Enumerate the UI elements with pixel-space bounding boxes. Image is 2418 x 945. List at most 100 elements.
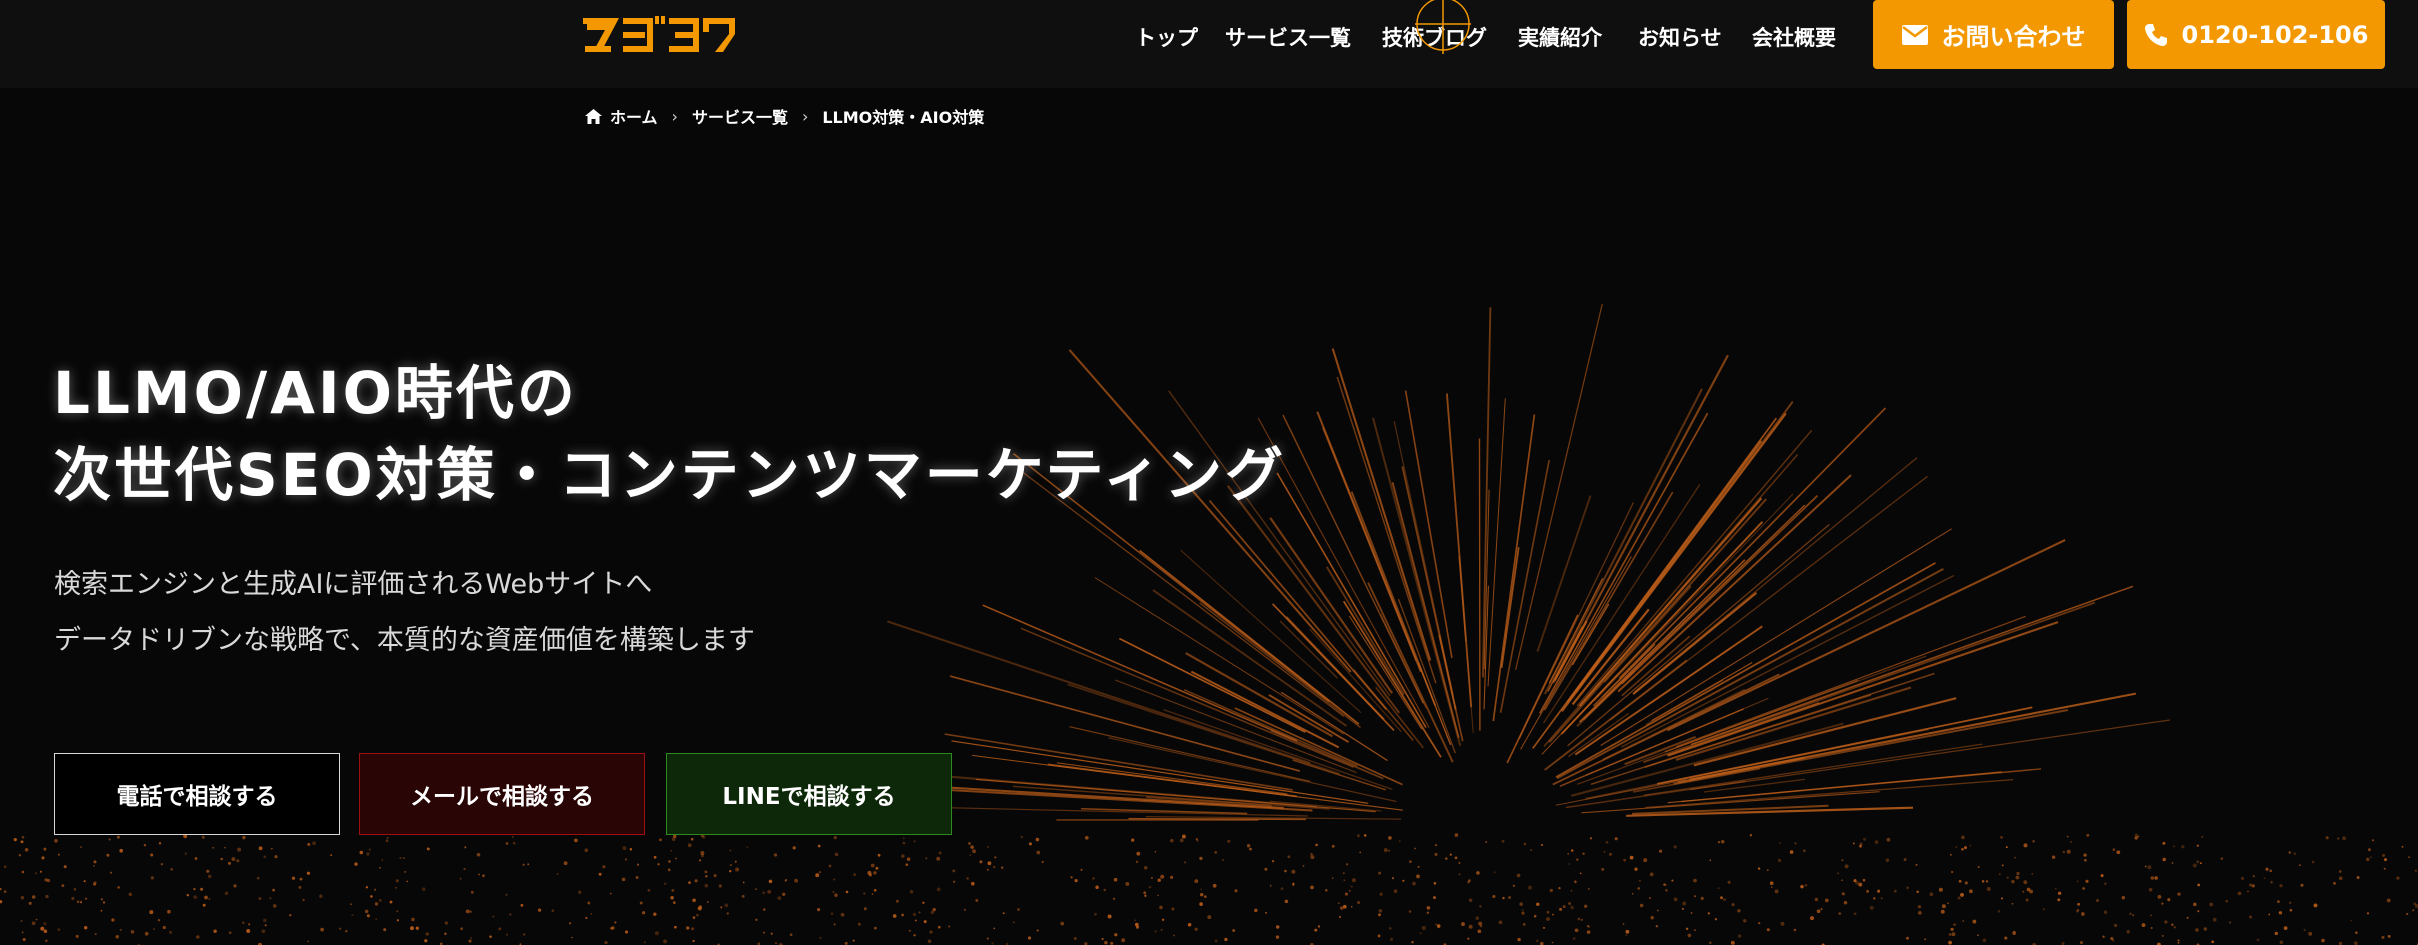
particle-dot (1254, 908, 1258, 913)
particle-dot (986, 868, 989, 871)
particle-dot (1924, 938, 1927, 941)
particle-dot (2372, 839, 2375, 842)
particle-dot (1036, 929, 1039, 932)
particle-dot (117, 835, 120, 839)
particle-dot (202, 903, 206, 907)
hero-subtitle: 検索エンジンと生成AIに評価されるWebサイトへ データドリブンな戦略で、本質的… (54, 557, 755, 669)
particle-dot (2112, 848, 2116, 851)
particle-dot (366, 914, 370, 918)
cta-phone-button[interactable]: 電話で相談する (54, 753, 340, 835)
contact-button-label: お問い合わせ (1941, 23, 2086, 51)
particle-dot (2084, 858, 2087, 862)
burst-ray (949, 675, 1301, 772)
particle-dot (912, 912, 917, 917)
particle-dot (1199, 856, 1203, 861)
nav-works[interactable]: 実績紹介 (1518, 22, 1602, 52)
burst-ray (1487, 398, 1506, 687)
particle-dot (2004, 936, 2008, 940)
particle-dot (1114, 933, 1118, 937)
particle-dot (741, 895, 745, 898)
particle-dot (1157, 878, 1161, 882)
particle-dot (2150, 876, 2155, 880)
particle-dot (2069, 841, 2072, 843)
particle-dot (2211, 940, 2215, 944)
cta-line-button[interactable]: LINEで相談する (666, 753, 952, 835)
particle-dot (1458, 862, 1461, 864)
particle-dot (291, 876, 296, 880)
particle-dot (522, 863, 525, 866)
particle-dot (506, 933, 508, 936)
contact-button[interactable]: お問い合わせ (1873, 0, 2114, 69)
nav-company[interactable]: 会社概要 (1752, 22, 1836, 52)
burst-ray (1568, 712, 1630, 757)
particle-dot (1203, 895, 1207, 898)
particle-dot (2396, 876, 2400, 880)
particle-dot (2313, 903, 2318, 908)
burst-ray (1391, 481, 1460, 738)
particle-dot (742, 881, 745, 884)
particle-dot (922, 901, 925, 904)
particle-dot (963, 908, 966, 911)
particle-dot (1379, 892, 1383, 896)
particle-dot (1576, 858, 1579, 861)
particle-dot (1324, 888, 1328, 892)
site-logo[interactable] (583, 16, 737, 54)
particle-dot (1207, 915, 1212, 920)
particle-dot (833, 835, 837, 840)
particle-dot (272, 888, 275, 892)
particle-dot (2083, 853, 2087, 857)
particle-dot (1331, 844, 1335, 848)
particle-dot (952, 869, 956, 873)
particle-dot (726, 912, 729, 915)
nav-services[interactable]: サービス一覧 (1225, 22, 1351, 52)
particle-dot (1671, 879, 1674, 882)
particle-dot (2104, 882, 2107, 885)
burst-ray (1020, 627, 1354, 769)
particle-dot (1955, 846, 1958, 849)
hero-title-line-2: 次世代SEO対策・コンテンツマーケティング (53, 441, 1287, 509)
nav-top[interactable]: トップ (1135, 22, 1198, 52)
particle-dot (1682, 901, 1687, 906)
particle-dot (200, 887, 204, 891)
particle-dot (1080, 868, 1083, 871)
breadcrumb-home[interactable]: ホーム (585, 104, 658, 128)
burst-ray (1657, 706, 2033, 785)
particle-dot (1579, 872, 1582, 875)
particle-dot (186, 893, 190, 897)
particle-dot (426, 847, 430, 851)
particle-dot (1629, 855, 1634, 860)
particle-dot (1837, 872, 1840, 875)
particle-dot (1445, 857, 1448, 860)
particle-dot (1035, 837, 1040, 842)
particle-dot (1717, 840, 1721, 844)
particle-dot (1789, 850, 1794, 854)
particle-dot (1546, 917, 1550, 921)
particle-dot (2051, 855, 2056, 859)
burst-ray (1632, 591, 1758, 695)
particle-dot (2365, 857, 2370, 862)
particle-dot (13, 837, 17, 842)
phone-button[interactable]: 0120-102-106 (2127, 0, 2385, 69)
burst-ray (1632, 767, 1761, 793)
particle-dot (2298, 864, 2301, 866)
particle-dot (969, 854, 972, 856)
particle-dot (785, 879, 788, 881)
particle-dot (2162, 857, 2166, 862)
breadcrumb-services[interactable]: サービス一覧 (692, 104, 788, 128)
particle-dot (671, 888, 675, 892)
particle-dot (1275, 925, 1280, 929)
particle-dot (1143, 865, 1148, 870)
burst-ray (1541, 674, 1618, 755)
particle-dot (1810, 916, 1814, 921)
particle-dot (1421, 926, 1426, 930)
particle-dot (1280, 887, 1284, 891)
particle-dot (2401, 845, 2404, 848)
burst-ray (1681, 768, 2042, 803)
particle-dot (83, 880, 86, 883)
particle-dot (2014, 856, 2016, 859)
nav-news[interactable]: お知らせ (1638, 22, 1722, 52)
hero-subtitle-line-2: データドリブンな戦略で、本質的な資産価値を構築します (54, 625, 755, 656)
particle-dot (35, 872, 38, 875)
particle-dot (614, 921, 617, 924)
cta-mail-button[interactable]: メールで相談する (359, 753, 645, 835)
